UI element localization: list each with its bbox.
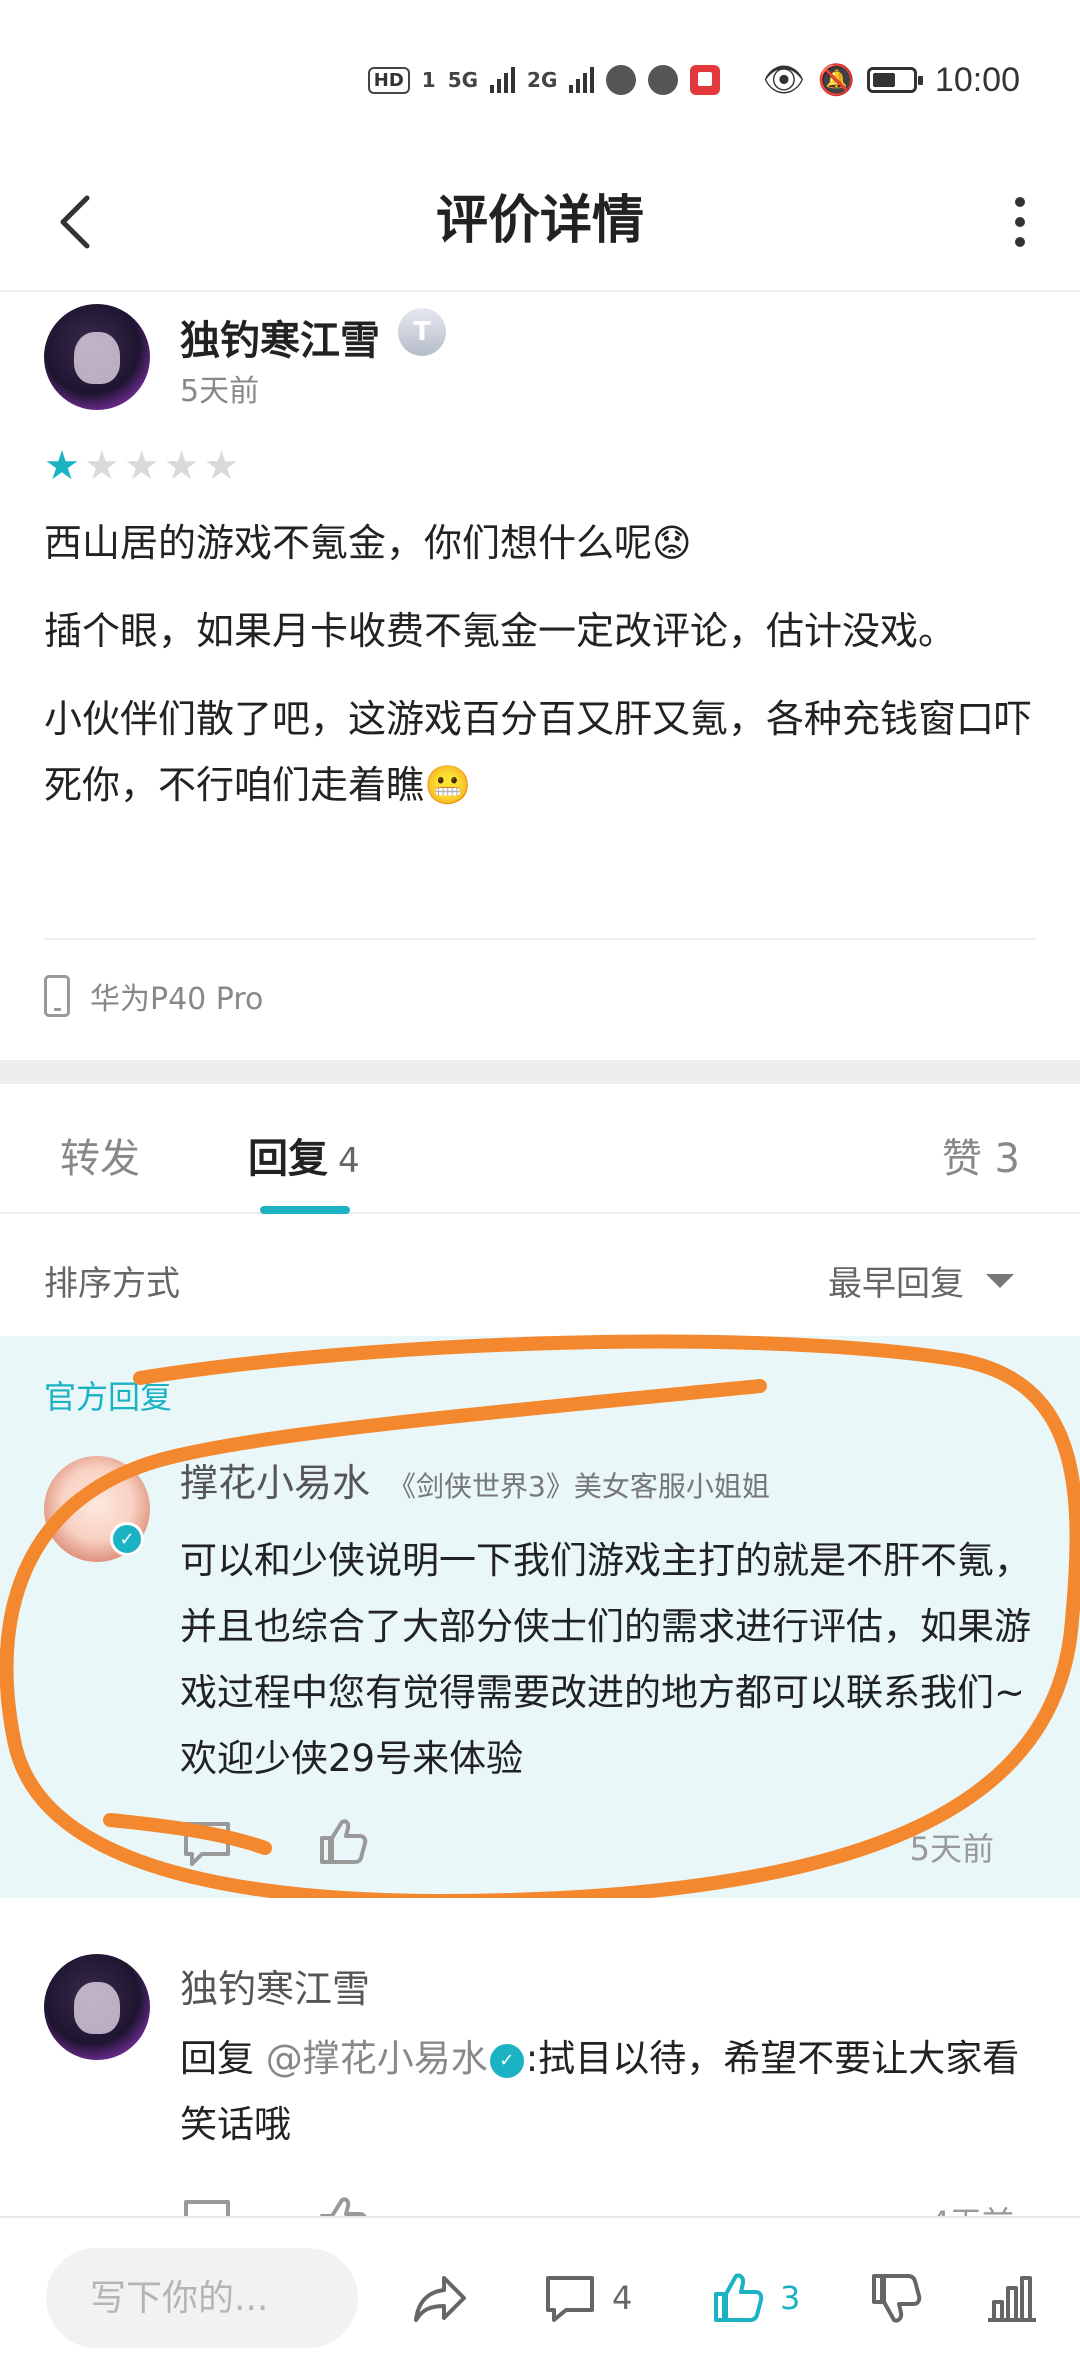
reply-time: 4天前 xyxy=(930,2198,1014,2218)
network-5g-label: 5G xyxy=(447,68,479,92)
review-time: 5天前 xyxy=(180,374,260,409)
dislike-button[interactable] xyxy=(868,2258,924,2338)
phone-icon xyxy=(44,975,70,1017)
more-options-button[interactable] xyxy=(990,182,1050,262)
tab-bar: 转发 回复 4 赞 3 xyxy=(0,1084,1080,1214)
like-count: 3 xyxy=(780,2279,801,2317)
verified-icon: ✓ xyxy=(489,2043,524,2078)
sort-selected-value: 最早回复 xyxy=(828,1264,964,1304)
official-reply-label: 官方回复 xyxy=(44,1378,173,1416)
reply-avatar[interactable] xyxy=(44,1954,150,2060)
sim-indicator: 1 xyxy=(421,68,436,92)
status-bar: HD 1 5G 2G 👁 🔕 10:00 xyxy=(0,0,1080,150)
thumbs-up-icon xyxy=(714,2273,764,2322)
comment-icon xyxy=(546,2276,594,2322)
bar-chart-icon xyxy=(988,2276,1036,2322)
signal-icon xyxy=(490,67,516,93)
official-reply: 官方回复 ✓ 撑花小易水 《剑侠世界3》美女客服小姐姐 可以和少侠说明一下我们游戏… xyxy=(0,1336,1080,1898)
comment-count: 4 xyxy=(612,2279,633,2317)
mute-icon: 🔕 xyxy=(817,62,855,98)
comment-icon[interactable] xyxy=(180,1816,234,1870)
stats-button[interactable] xyxy=(984,2258,1040,2338)
reply-time: 5天前 xyxy=(909,1830,994,1868)
reply-item: 独钓寒江雪 回复 @撑花小易水✓:拭目以待，希望不要让大家看笑话哦 4天前 xyxy=(0,1898,1080,2218)
signal-icon xyxy=(569,67,595,93)
author-title-tag: 《剑侠世界3》美女客服小姐姐 xyxy=(388,1470,770,1503)
comment-icon[interactable] xyxy=(180,2194,234,2218)
caret-down-icon xyxy=(986,1273,1014,1288)
reply-author-name: 撑花小易水 xyxy=(180,1461,371,1505)
tab-reply-label: 回复 xyxy=(248,1136,328,1182)
star-empty-icon: ★ xyxy=(163,443,200,489)
star-empty-icon: ★ xyxy=(203,443,240,489)
reply-author[interactable]: 独钓寒江雪 xyxy=(180,1958,370,2013)
thumbs-up-icon[interactable] xyxy=(316,1814,370,1868)
comment-button[interactable]: 4 xyxy=(542,2258,632,2338)
network-2g-label: 2G xyxy=(527,68,558,92)
wechat-icon xyxy=(606,65,637,95)
review-body: 西山居的游戏不氪金，你们想什么呢😟 插个眼，如果月卡收费不氪金一定改评论，估计没… xyxy=(44,510,1044,840)
level-badge: T xyxy=(398,308,446,356)
clock: 10:00 xyxy=(934,60,1020,99)
star-empty-icon: ★ xyxy=(83,443,120,489)
reviewer-avatar[interactable] xyxy=(44,304,150,410)
review-paragraph: 插个眼，如果月卡收费不氪金一定改评论，估计没戏。 xyxy=(44,609,957,653)
reviewer-name[interactable]: 独钓寒江雪 xyxy=(180,308,380,366)
sort-label: 排序方式 xyxy=(44,1264,180,1304)
tab-reply[interactable]: 回复 4 xyxy=(248,1126,360,1184)
active-tab-indicator xyxy=(260,1206,350,1214)
hd-indicator: HD xyxy=(367,66,410,94)
device-info: 华为P40 Pro xyxy=(44,974,263,1018)
status-icons: HD 1 5G 2G 👁 🔕 10:00 xyxy=(367,58,1020,102)
reply-text: 回复 @撑花小易水 ✓:拭目以待，希望不要让大家看笑话哦 xyxy=(180,2026,1040,2158)
star-filled-icon: ★ xyxy=(44,443,80,489)
review-paragraph: 西山居的游戏不氪金，你们想什么呢😟 xyxy=(44,521,692,565)
comment-input[interactable] xyxy=(46,2248,358,2348)
review-card: 独钓寒江雪 T 5天前 ★ ★ ★ ★ ★ 西山居的游戏不氪金，你们想什么呢😟 … xyxy=(0,292,1080,1060)
thumbs-up-icon[interactable] xyxy=(316,2192,370,2218)
tab-reply-count: 4 xyxy=(338,1141,360,1181)
share-icon xyxy=(414,2276,466,2322)
more-dot-icon xyxy=(1015,237,1025,247)
more-dot-icon xyxy=(1015,217,1025,227)
app-notification-icon xyxy=(690,65,721,95)
verified-icon: ✓ xyxy=(110,1522,144,1556)
reply-author[interactable]: 撑花小易水 《剑侠世界3》美女客服小姐姐 xyxy=(180,1452,770,1507)
share-button[interactable] xyxy=(410,2258,470,2338)
divider xyxy=(44,938,1036,940)
sort-dropdown[interactable]: 最早回复 xyxy=(828,1256,1014,1305)
thumbs-down-icon xyxy=(872,2274,922,2323)
star-empty-icon: ★ xyxy=(123,443,160,489)
device-name: 华为P40 Pro xyxy=(90,982,264,1017)
like-button[interactable]: 3 xyxy=(710,2258,800,2338)
section-divider xyxy=(0,1060,1080,1084)
app-header: 评价详情 xyxy=(0,150,1080,292)
review-paragraph: 小伙伴们散了吧，这游戏百分百又肝又氪，各种充钱窗口吓死你，不行咱们走着瞧😬 xyxy=(44,697,1033,807)
star-rating: ★ ★ ★ ★ ★ xyxy=(44,446,239,486)
reply-text: 可以和少侠说明一下我们游戏主打的就是不肝不氪，并且也综合了大部分侠士们的需求进行… xyxy=(180,1539,1031,1780)
page-title: 评价详情 xyxy=(435,191,644,251)
bottom-action-bar: 4 3 xyxy=(0,2216,1080,2376)
sort-row: 排序方式 最早回复 xyxy=(0,1216,1080,1336)
eye-comfort-icon: 👁 xyxy=(762,60,806,100)
browser-icon xyxy=(648,65,679,95)
tab-likes[interactable]: 赞 3 xyxy=(942,1126,1020,1184)
more-dot-icon xyxy=(1015,197,1025,207)
battery-icon xyxy=(866,67,923,93)
mention-link[interactable]: @撑花小易水 xyxy=(266,2037,488,2080)
tab-forward[interactable]: 转发 xyxy=(60,1126,140,1184)
reply-prefix: 回复 xyxy=(180,2037,254,2080)
